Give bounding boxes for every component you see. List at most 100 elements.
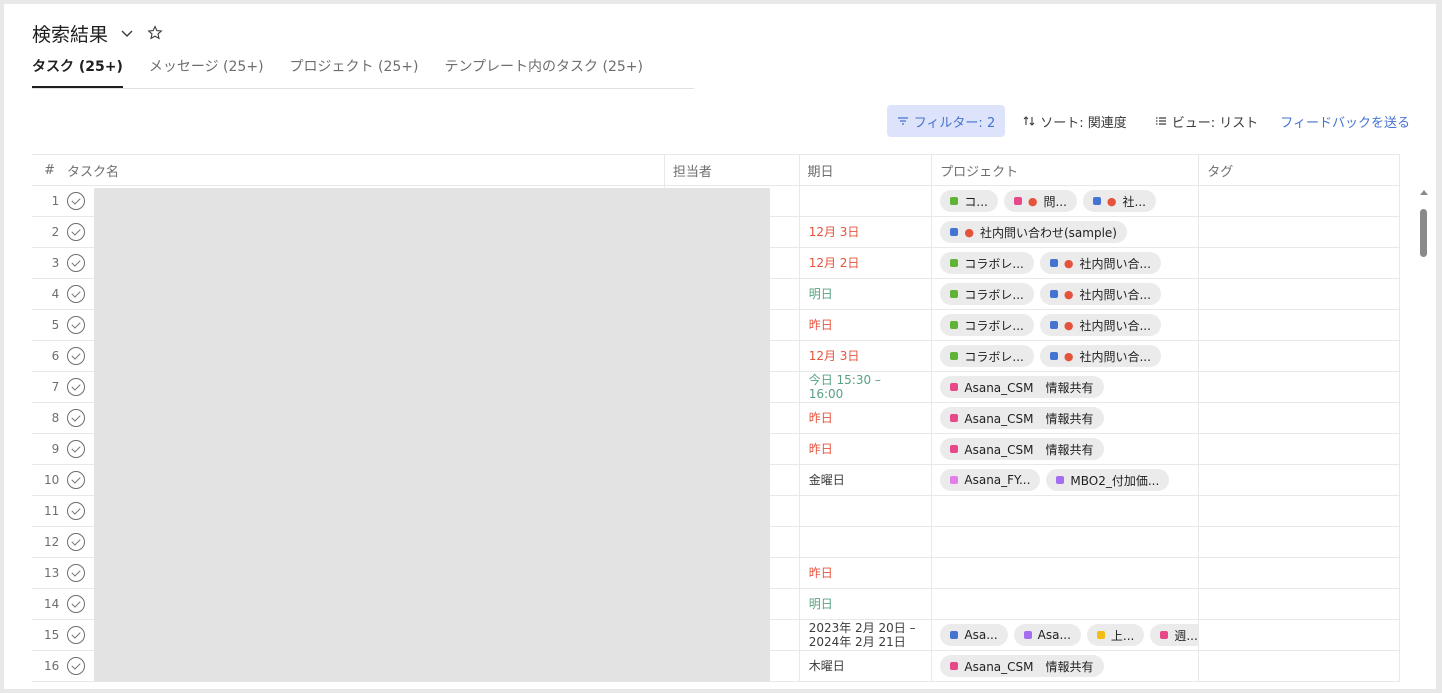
tag-cell[interactable]	[1199, 186, 1400, 216]
project-chip[interactable]: Asana_CSM 情報共有	[940, 407, 1104, 429]
project-cell[interactable]: コラボレ... ● 社内問い合...	[932, 279, 1200, 309]
project-chip[interactable]: ● 社内問い合わせ(sample)	[940, 221, 1127, 243]
project-chip[interactable]: 週...	[1150, 624, 1199, 646]
column-header-project[interactable]: プロジェクト	[932, 155, 1200, 185]
complete-checkmark-icon[interactable]	[67, 440, 86, 458]
due-date-cell[interactable]	[800, 527, 933, 557]
due-date-cell[interactable]: 明日	[800, 589, 933, 619]
project-chip[interactable]: Asana_CSM 情報共有	[940, 376, 1104, 398]
tag-cell[interactable]	[1199, 248, 1400, 278]
project-chip[interactable]: Asana_CSM 情報共有	[940, 438, 1104, 460]
feedback-link[interactable]: フィードバックを送る	[1276, 112, 1410, 131]
project-cell[interactable]: Asana_CSM 情報共有	[932, 403, 1200, 433]
due-date-cell[interactable]: 昨日	[800, 310, 933, 340]
project-cell[interactable]: Asa... Asa... 上... 週...	[932, 620, 1200, 650]
project-cell[interactable]	[932, 496, 1200, 526]
star-icon[interactable]	[146, 24, 164, 42]
project-cell[interactable]: ● 社内問い合わせ(sample)	[932, 217, 1200, 247]
due-date-cell[interactable]: 木曜日	[800, 651, 933, 681]
project-chip[interactable]: Asana_FY...	[940, 469, 1041, 491]
complete-checkmark-icon[interactable]	[67, 347, 86, 365]
project-cell[interactable]: コ... ● 問... ● 社...	[932, 186, 1200, 216]
column-header-tag[interactable]: タグ	[1199, 155, 1400, 185]
view-button[interactable]: ビュー: リスト	[1145, 105, 1269, 137]
project-chip[interactable]: ● 社内問い合...	[1039, 345, 1161, 367]
project-chip[interactable]: 上...	[1086, 624, 1145, 646]
project-cell[interactable]	[932, 527, 1200, 557]
due-date-cell[interactable]	[800, 496, 933, 526]
tag-cell[interactable]	[1199, 558, 1400, 588]
tag-cell[interactable]	[1199, 496, 1400, 526]
tag-cell[interactable]	[1199, 434, 1400, 464]
complete-checkmark-icon[interactable]	[67, 657, 86, 675]
complete-checkmark-icon[interactable]	[67, 626, 86, 644]
project-chip[interactable]: コラボレ...	[940, 283, 1034, 305]
project-cell[interactable]	[932, 589, 1200, 619]
project-chip[interactable]: コ...	[940, 190, 998, 212]
filter-button[interactable]: フィルター: 2	[886, 105, 1006, 137]
tag-cell[interactable]	[1199, 651, 1400, 681]
project-chip[interactable]: コラボレ...	[940, 252, 1034, 274]
complete-checkmark-icon[interactable]	[67, 378, 86, 396]
project-chip[interactable]: MBO2_付加価...	[1046, 469, 1170, 491]
project-chip[interactable]: ● 社...	[1082, 190, 1156, 212]
scroll-up-arrow-icon[interactable]	[1420, 190, 1428, 195]
tag-cell[interactable]	[1199, 310, 1400, 340]
complete-checkmark-icon[interactable]	[67, 316, 86, 334]
complete-checkmark-icon[interactable]	[67, 502, 86, 520]
tag-cell[interactable]	[1199, 620, 1400, 650]
due-date-cell[interactable]: 明日	[800, 279, 933, 309]
tag-cell[interactable]	[1199, 527, 1400, 557]
project-cell[interactable]: Asana_CSM 情報共有	[932, 372, 1200, 402]
tab-1[interactable]: メッセージ (25+)	[149, 54, 264, 88]
project-chip[interactable]: ● 社内問い合...	[1039, 314, 1161, 336]
project-chip[interactable]: ● 問...	[1003, 190, 1077, 212]
due-date-cell[interactable]: 金曜日	[800, 465, 933, 495]
project-cell[interactable]: Asana_CSM 情報共有	[932, 434, 1200, 464]
project-cell[interactable]: コラボレ... ● 社内問い合...	[932, 248, 1200, 278]
tag-cell[interactable]	[1199, 403, 1400, 433]
due-date-cell[interactable]: 昨日	[800, 434, 933, 464]
due-date-cell[interactable]: 昨日	[800, 558, 933, 588]
column-header-due[interactable]: 期日	[800, 155, 933, 185]
due-date-cell[interactable]: 12月 2日	[800, 248, 933, 278]
tag-cell[interactable]	[1199, 217, 1400, 247]
chevron-down-icon[interactable]	[118, 24, 136, 42]
project-cell[interactable]: コラボレ... ● 社内問い合...	[932, 341, 1200, 371]
complete-checkmark-icon[interactable]	[67, 285, 86, 303]
tab-0[interactable]: タスク (25+)	[32, 54, 123, 88]
project-cell[interactable]: Asana_FY... MBO2_付加価...	[932, 465, 1200, 495]
tab-2[interactable]: プロジェクト (25+)	[290, 54, 419, 88]
project-chip[interactable]: Asa...	[940, 624, 1008, 646]
tag-cell[interactable]	[1199, 341, 1400, 371]
tab-3[interactable]: テンプレート内のタスク (25+)	[444, 54, 643, 88]
project-cell[interactable]: Asana_CSM 情報共有	[932, 651, 1200, 681]
project-cell[interactable]	[932, 558, 1200, 588]
due-date-cell[interactable]: 昨日	[800, 403, 933, 433]
complete-checkmark-icon[interactable]	[67, 409, 86, 427]
sort-button[interactable]: ソート: 関連度	[1013, 105, 1137, 137]
project-chip[interactable]: コラボレ...	[940, 314, 1034, 336]
due-date-cell[interactable]	[800, 186, 933, 216]
complete-checkmark-icon[interactable]	[67, 595, 86, 613]
project-cell[interactable]: コラボレ... ● 社内問い合...	[932, 310, 1200, 340]
project-chip[interactable]: ● 社内問い合...	[1039, 252, 1161, 274]
due-date-cell[interactable]: 2023年 2月 20日 – 2024年 2月 21日	[800, 620, 933, 650]
complete-checkmark-icon[interactable]	[67, 471, 86, 489]
due-date-cell[interactable]: 12月 3日	[800, 217, 933, 247]
due-date-cell[interactable]: 今日 15:30 – 16:00	[800, 372, 933, 402]
tag-cell[interactable]	[1199, 372, 1400, 402]
complete-checkmark-icon[interactable]	[67, 254, 86, 272]
column-header-assignee[interactable]: 担当者	[665, 155, 800, 185]
due-date-cell[interactable]: 12月 3日	[800, 341, 933, 371]
column-header-name[interactable]: タスク名	[67, 155, 665, 185]
tag-cell[interactable]	[1199, 589, 1400, 619]
tag-cell[interactable]	[1199, 279, 1400, 309]
tag-cell[interactable]	[1199, 465, 1400, 495]
project-chip[interactable]: Asa...	[1013, 624, 1081, 646]
complete-checkmark-icon[interactable]	[67, 223, 86, 241]
project-chip[interactable]: ● 社内問い合...	[1039, 283, 1161, 305]
project-chip[interactable]: コラボレ...	[940, 345, 1034, 367]
vertical-scrollbar[interactable]	[1420, 209, 1427, 257]
complete-checkmark-icon[interactable]	[67, 564, 86, 582]
